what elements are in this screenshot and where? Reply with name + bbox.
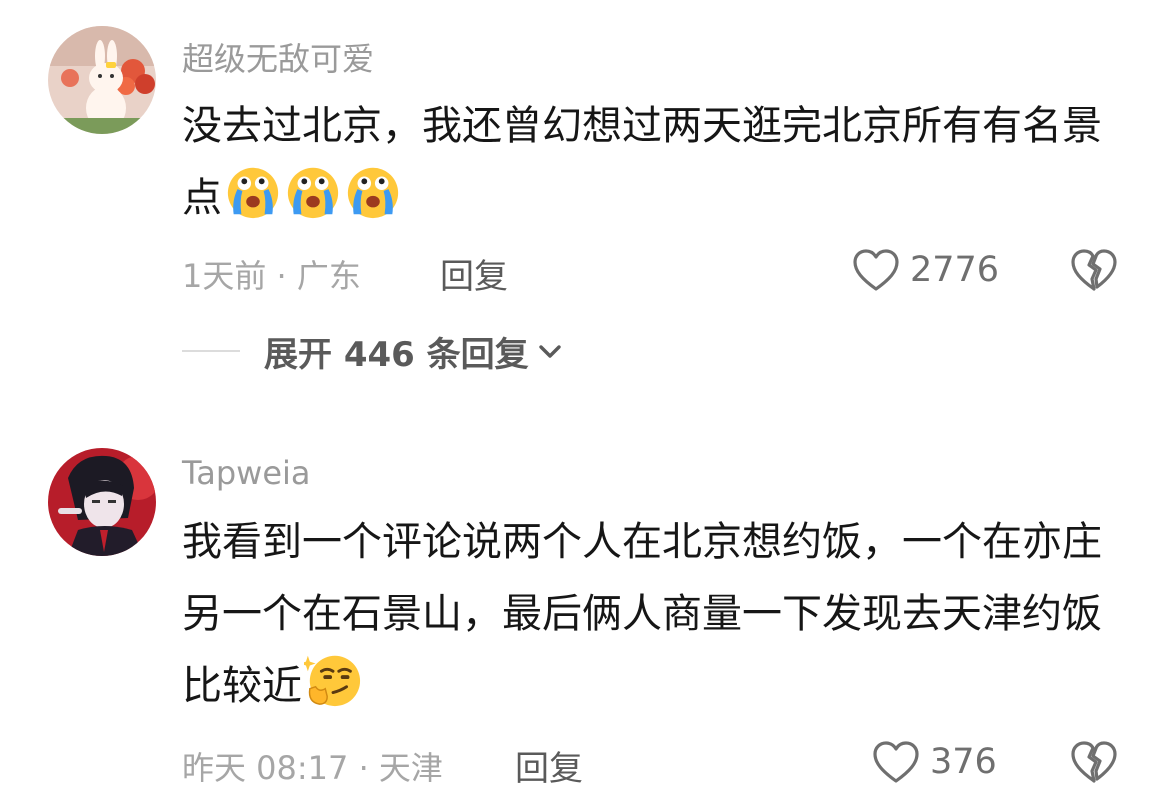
username[interactable]: 超级无敌可爱 [182, 34, 374, 80]
like-button[interactable]: 376 [872, 737, 997, 787]
crying-face-emoji [227, 167, 279, 219]
crying-face-emoji [287, 167, 339, 219]
chevron-down-icon [538, 345, 561, 358]
comment-meta: 昨天 08:17 · 天津 回复 376 [182, 737, 1117, 790]
reply-button[interactable]: 回复 [440, 249, 508, 298]
comment-list: 超级无敌可爱 没去过北京，我还曾幻想过两天逛完北京所有有名景点 1天前 · 广东… [0, 0, 1170, 809]
comment-time-location: 昨天 08:17 · 天津 [182, 749, 443, 787]
comment-meta: 1天前 · 广东 回复 2776 [182, 245, 1117, 298]
smirk-face-emoji [304, 655, 361, 707]
avatar[interactable] [48, 26, 156, 134]
broken-heart-icon[interactable] [1070, 247, 1118, 293]
heart-outline-icon [853, 249, 899, 291]
like-count: 376 [930, 742, 997, 782]
like-button[interactable]: 2776 [852, 245, 999, 295]
avatar[interactable] [48, 448, 156, 556]
like-count: 2776 [910, 250, 1000, 290]
expand-replies-label: 展开 446 条回复 [264, 334, 529, 375]
broken-heart-icon[interactable] [1070, 739, 1118, 785]
expand-replies-button[interactable]: 展开 446 条回复 [182, 327, 563, 375]
username[interactable]: Tapweia [182, 454, 311, 492]
crying-face-emoji [347, 167, 399, 219]
heart-outline-icon [873, 741, 919, 783]
comment-text: 没去过北京，我还曾幻想过两天逛完北京所有有名景点 [182, 90, 1122, 234]
divider [182, 350, 240, 352]
comment-text: 我看到一个评论说两个人在北京想约饭，一个在亦庄另一个在石景山，最后俩人商量一下发… [182, 506, 1122, 722]
comment-time-location: 1天前 · 广东 [182, 257, 361, 295]
reply-button[interactable]: 回复 [515, 741, 583, 790]
